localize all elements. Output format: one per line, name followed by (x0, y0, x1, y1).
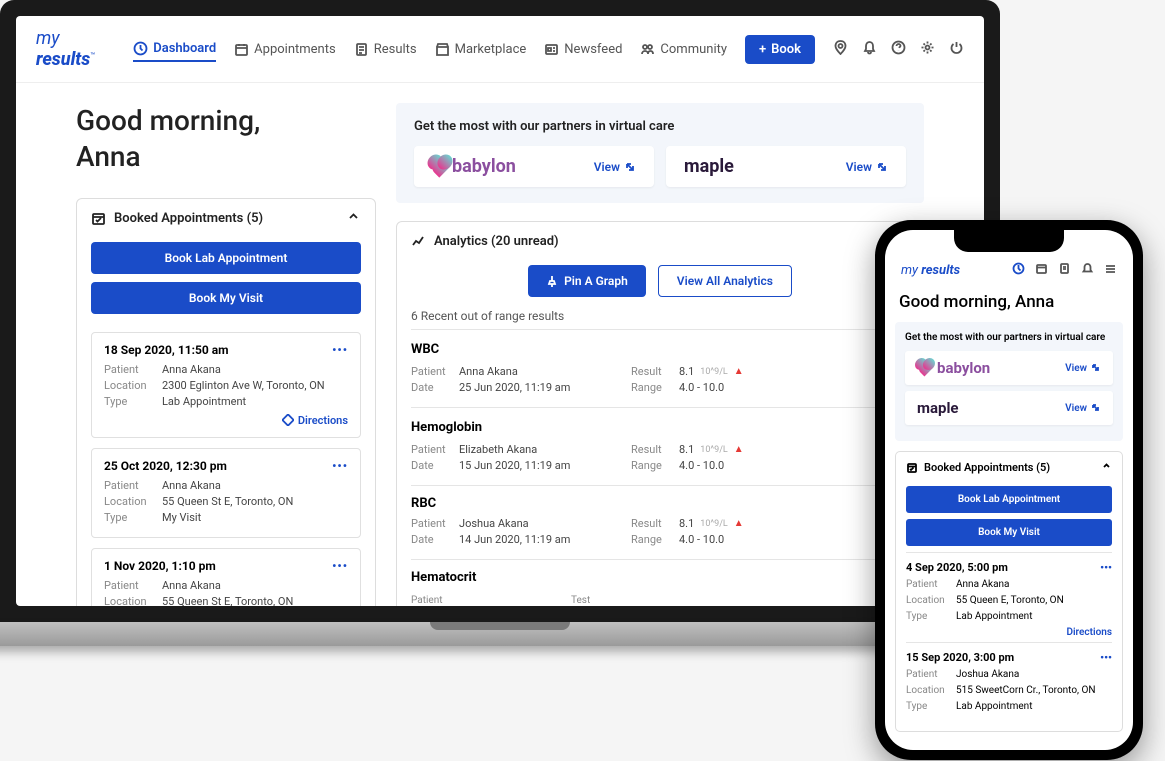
plus-icon: + (759, 42, 766, 57)
greeting: Good morning, Anna (76, 103, 376, 176)
warning-icon: ▲ (734, 366, 744, 377)
nav-results[interactable]: Results (354, 37, 417, 62)
external-link-icon (876, 161, 888, 173)
book-lab-button[interactable]: Book Lab Appointment (91, 242, 361, 274)
mobile-view-babylon[interactable]: View (1065, 363, 1101, 374)
hematocrit-section: Hematocrit Patient Elizabeth Akana▾ Test… (411, 559, 909, 606)
appointment-menu-icon[interactable]: ••• (332, 343, 348, 357)
result-row: RBC PatientJoshua Akana Date14 Jun 2020,… (411, 485, 909, 559)
dashboard-icon (133, 41, 148, 56)
nav-marketplace[interactable]: Marketplace (435, 37, 527, 62)
recent-results-title: 6 Recent out of range results (411, 309, 909, 323)
logo[interactable]: my results™ (36, 28, 115, 70)
analytics-card: Analytics (20 unread) Pin A Graph View A… (396, 221, 924, 606)
location-icon[interactable] (833, 40, 848, 59)
book-button[interactable]: +Book (745, 35, 815, 64)
mobile-promo-maple: maple View (905, 391, 1113, 425)
promo-maple: maple View (666, 146, 906, 187)
book-visit-button[interactable]: Book My Visit (91, 282, 361, 314)
nav-dashboard[interactable]: Dashboard (133, 37, 216, 62)
mobile-calendar-icon[interactable] (1035, 262, 1048, 278)
power-icon[interactable] (949, 40, 964, 59)
topbar: my results™ Dashboard Appointments Resul… (16, 16, 984, 83)
warning-icon: ▲ (734, 444, 744, 455)
mobile-promo: Get the most with our partners in virtua… (895, 322, 1123, 441)
mobile-book-visit-button[interactable]: Book My Visit (906, 519, 1112, 546)
mobile-view-maple[interactable]: View (1065, 403, 1101, 414)
desktop-app: my results™ Dashboard Appointments Resul… (16, 16, 984, 606)
warning-icon: ▲ (734, 518, 744, 529)
mobile-logo[interactable]: my results (901, 263, 960, 278)
nav-newsfeed[interactable]: Newsfeed (544, 37, 622, 62)
bell-icon[interactable] (862, 40, 877, 59)
calendar-icon (234, 42, 249, 57)
mobile-document-icon[interactable] (1058, 262, 1071, 278)
booked-appointments-card: Booked Appointments (5) Book Lab Appoint… (76, 198, 376, 606)
mobile-greeting: Good morning, Anna (895, 286, 1123, 322)
main-nav: Dashboard Appointments Results Marketpla… (133, 37, 727, 62)
directions-link[interactable]: Directions (104, 414, 348, 427)
mobile-book-lab-button[interactable]: Book Lab Appointment (906, 486, 1112, 513)
news-icon (544, 42, 559, 57)
mobile-menu-icon[interactable] (1104, 262, 1117, 278)
appointment-item: 25 Oct 2020, 12:30 pm••• PatientAnna Aka… (91, 448, 361, 538)
calendar-check-icon (91, 211, 106, 226)
appointment-item: 18 Sep 2020, 11:50 am••• PatientAnna Aka… (91, 332, 361, 438)
document-icon (354, 42, 369, 57)
promo-title: Get the most with our partners in virtua… (414, 119, 906, 134)
help-icon[interactable] (891, 40, 906, 59)
promo-babylon: babylon View (414, 146, 654, 187)
mobile-topbar: my results (895, 258, 1123, 286)
calendar-check-icon (906, 461, 918, 473)
mobile-appointment-item: 4 Sep 2020, 5:00 pm••• PatientAnna Akana… (906, 552, 1112, 642)
mobile-appointment-item: 15 Sep 2020, 3:00 pm••• PatientJoshua Ak… (906, 642, 1112, 721)
pin-icon (546, 275, 558, 287)
mobile-promo-babylon: babylon View (905, 351, 1113, 385)
mobile-appt-menu-icon[interactable]: ••• (1100, 651, 1112, 664)
collapse-icon[interactable] (346, 209, 361, 228)
babylon-heart-icon (429, 156, 450, 177)
result-row: WBC PatientAnna Akana Date25 Jun 2020, 1… (411, 329, 909, 407)
gear-icon[interactable] (920, 40, 935, 59)
mobile-dashboard-icon[interactable] (1012, 262, 1025, 278)
nav-appointments[interactable]: Appointments (234, 37, 336, 62)
view-babylon-link[interactable]: View (594, 160, 636, 174)
appointments-title: Booked Appointments (5) (114, 211, 263, 226)
result-row: Hemoglobin PatientElizabeth Akana Date15… (411, 407, 909, 485)
babylon-heart-icon (917, 360, 934, 377)
mobile-directions-link[interactable]: Directions (906, 627, 1112, 638)
topbar-actions (833, 40, 964, 59)
appointment-menu-icon[interactable]: ••• (332, 459, 348, 473)
people-icon (640, 42, 655, 57)
laptop-frame: my results™ Dashboard Appointments Resul… (0, 0, 1000, 646)
appointment-item: 1 Nov 2020, 1:10 pm••• PatientAnna Akana… (91, 548, 361, 606)
analytics-title: Analytics (20 unread) (434, 234, 559, 249)
mobile-collapse-icon[interactable] (1101, 460, 1112, 474)
nav-community[interactable]: Community (640, 37, 727, 62)
directions-icon (282, 414, 294, 426)
mobile-appointments-card: Booked Appointments (5) Book Lab Appoint… (895, 451, 1123, 732)
analytics-icon (411, 234, 426, 249)
promo-banner: Get the most with our partners in virtua… (396, 103, 924, 203)
phone-frame: my results Good morning, Anna Get the mo… (875, 220, 1143, 760)
appointment-menu-icon[interactable]: ••• (332, 559, 348, 573)
mobile-app: my results Good morning, Anna Get the mo… (885, 230, 1133, 750)
mobile-bell-icon[interactable] (1081, 262, 1094, 278)
pin-graph-button[interactable]: Pin A Graph (528, 265, 646, 297)
store-icon (435, 42, 450, 57)
view-all-analytics-button[interactable]: View All Analytics (658, 265, 792, 297)
external-link-icon (624, 161, 636, 173)
view-maple-link[interactable]: View (846, 160, 888, 174)
mobile-appt-menu-icon[interactable]: ••• (1100, 561, 1112, 574)
